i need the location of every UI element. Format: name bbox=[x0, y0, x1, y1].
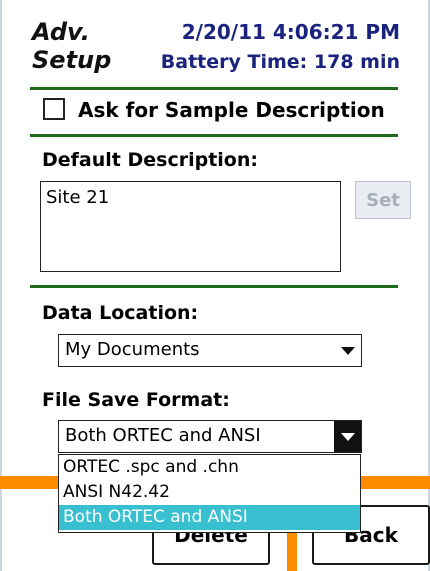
data-location-select[interactable]: My Documents bbox=[58, 334, 362, 367]
file-save-format-label: File Save Format: bbox=[42, 389, 230, 411]
default-description-input[interactable]: Site 21 bbox=[40, 181, 341, 272]
chevron-down-icon[interactable] bbox=[334, 335, 361, 366]
header: Adv. Setup 2/20/11 4:06:21 PM Battery Ti… bbox=[0, 0, 430, 88]
header-divider bbox=[30, 87, 398, 90]
set-button[interactable]: Set bbox=[355, 181, 411, 219]
battery-time-display: Battery Time: 178 min bbox=[160, 51, 400, 73]
page-title-line2: Setup bbox=[32, 46, 112, 74]
dropdown-option-selected[interactable]: Both ORTEC and ANSI bbox=[59, 505, 360, 530]
dropdown-option[interactable]: ORTEC .spc and .chn bbox=[59, 455, 360, 480]
file-save-format-selected-value: Both ORTEC and ANSI bbox=[65, 425, 261, 446]
page-title-line1: Adv. bbox=[32, 18, 90, 46]
datetime-display: 2/20/11 4:06:21 PM bbox=[181, 20, 400, 44]
section-divider-2 bbox=[30, 285, 398, 288]
ask-sample-description-label[interactable]: Ask for Sample Description bbox=[78, 98, 385, 122]
ask-sample-description-checkbox[interactable] bbox=[43, 98, 65, 120]
file-save-format-select[interactable]: Both ORTEC and ANSI bbox=[58, 420, 362, 453]
dropdown-option[interactable]: ANSI N42.42 bbox=[59, 480, 360, 505]
data-location-selected-value: My Documents bbox=[65, 339, 200, 360]
data-location-label: Data Location: bbox=[42, 302, 199, 324]
default-description-label: Default Description: bbox=[42, 149, 258, 171]
section-divider-1 bbox=[30, 134, 398, 137]
file-save-format-dropdown-list: ORTEC .spc and .chn ANSI N42.42 Both ORT… bbox=[58, 454, 361, 533]
chevron-down-icon[interactable] bbox=[334, 421, 361, 452]
